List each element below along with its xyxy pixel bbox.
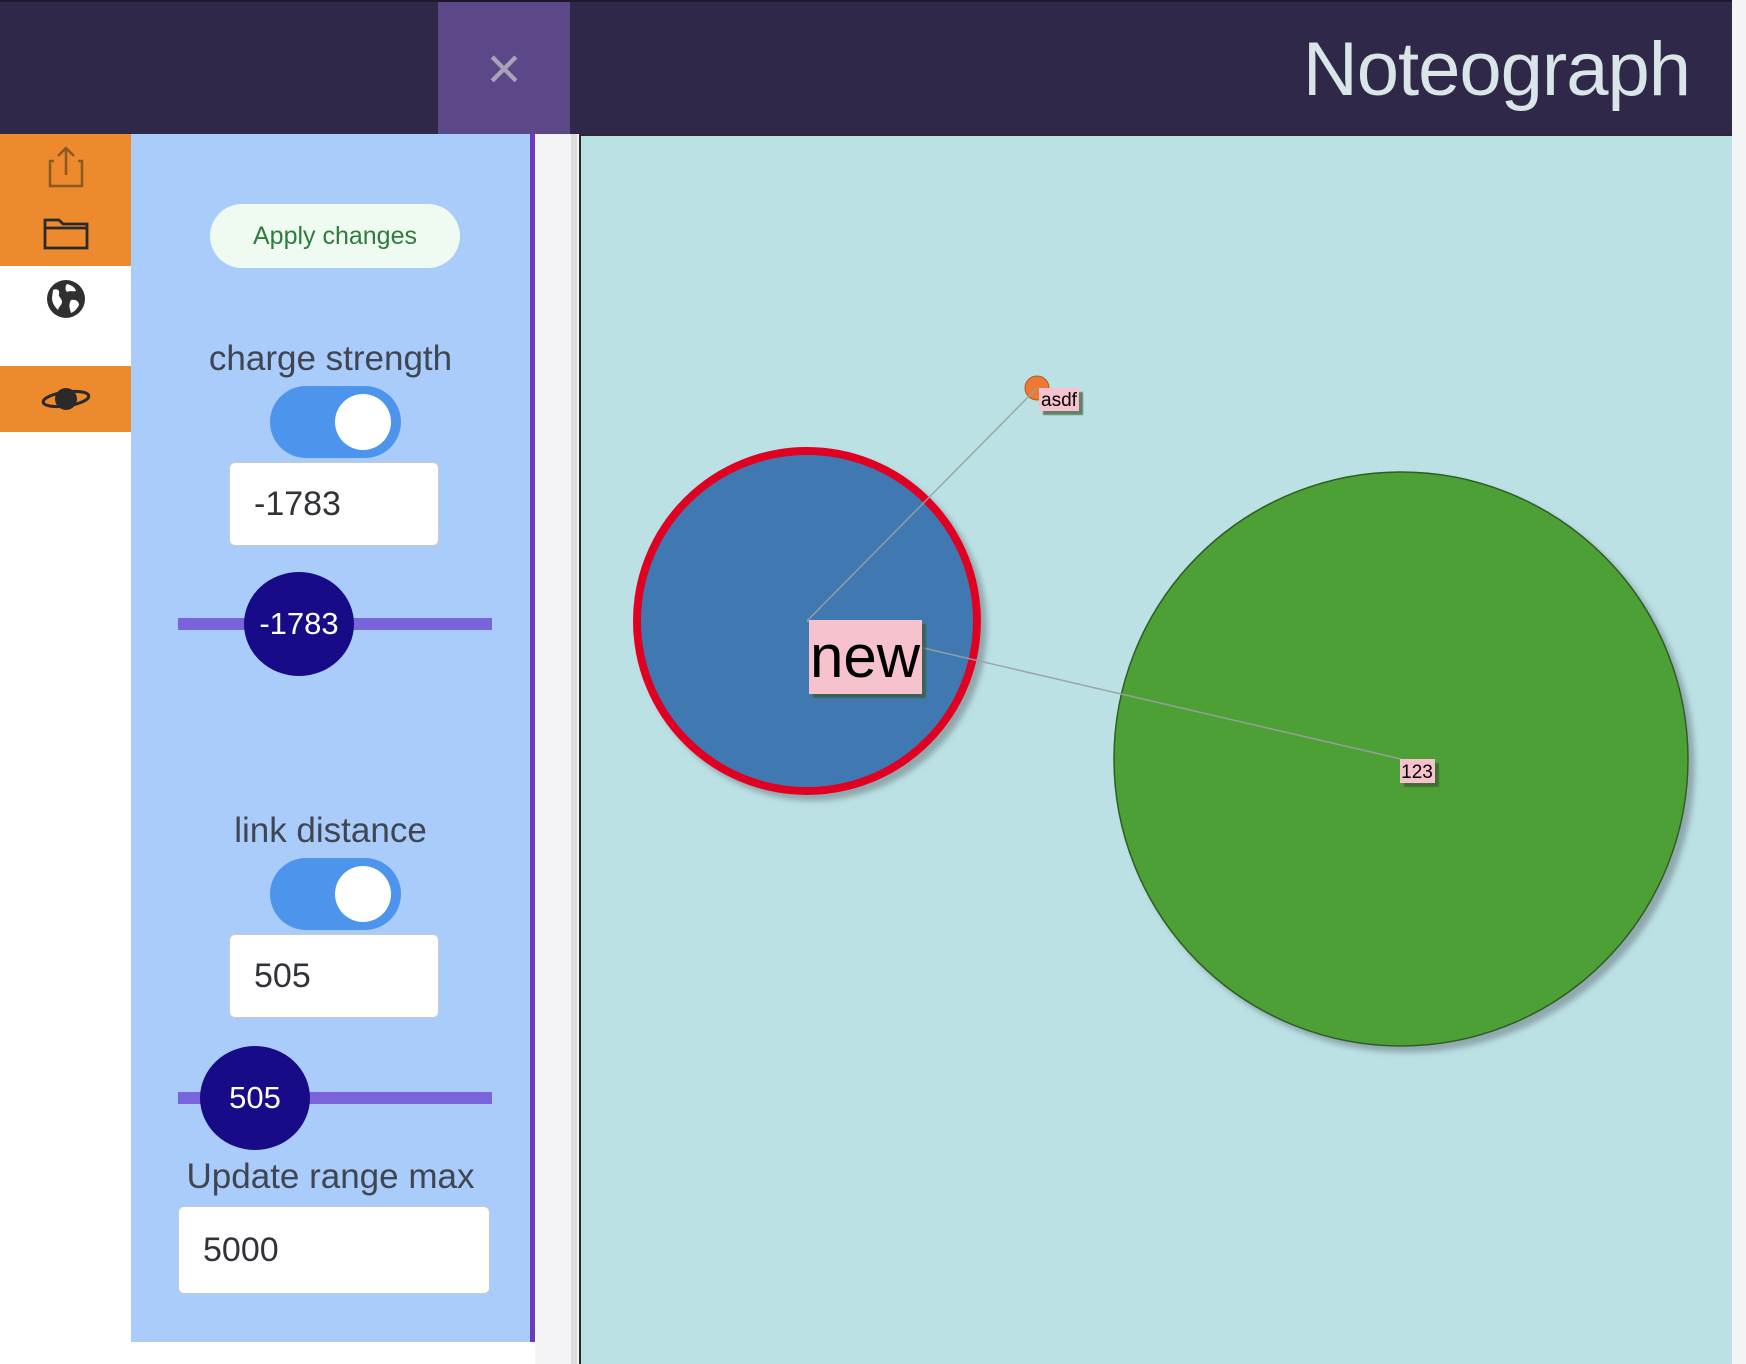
panel-scrollbar-gutter	[535, 134, 579, 1364]
graph-label-new[interactable]: new	[809, 620, 922, 694]
graph-label-asdf-text: asdf	[1041, 390, 1078, 411]
rail-item-planet[interactable]	[0, 366, 131, 432]
graph-label-123[interactable]: 123	[1400, 759, 1435, 783]
update-range-max-input[interactable]: 5000	[178, 1206, 490, 1294]
charge-strength-slider[interactable]: -1783	[178, 572, 492, 676]
graph-label-123-text: 123	[1401, 762, 1433, 783]
folder-icon	[43, 218, 88, 250]
icon-rail	[0, 134, 131, 1344]
graph-label-asdf[interactable]: asdf	[1039, 388, 1079, 411]
toggle-knob	[335, 866, 391, 922]
rail-item-folder[interactable]	[0, 200, 131, 266]
scrollbar[interactable]	[571, 134, 577, 1364]
rail-item-share[interactable]	[0, 134, 131, 200]
apply-changes-button[interactable]: Apply changes	[210, 204, 460, 268]
app-title: Noteograph	[1302, 27, 1691, 112]
graph-label-new-text: new	[810, 623, 921, 690]
charge-strength-toggle[interactable]	[270, 386, 401, 458]
link-distance-input[interactable]: 505	[229, 934, 439, 1018]
update-range-max-label: Update range max	[186, 1157, 475, 1196]
link-distance-label: link distance	[234, 811, 427, 850]
app-header: × Noteograph	[0, 0, 1732, 136]
link-distance-slider[interactable]: 505	[178, 1046, 492, 1150]
planet-icon	[41, 388, 90, 410]
charge-strength-label: charge strength	[208, 339, 453, 378]
globe-icon	[46, 280, 85, 318]
link-distance-toggle[interactable]	[270, 858, 401, 930]
slider-thumb[interactable]: -1783	[244, 572, 354, 676]
toggle-knob	[335, 394, 391, 450]
close-panel-button[interactable]: ×	[438, 2, 570, 136]
share-icon	[48, 146, 83, 188]
graph-canvas[interactable]: new asdf 123	[579, 134, 1732, 1364]
window-scrollbar[interactable]	[1732, 0, 1746, 1364]
slider-thumb[interactable]: 505	[200, 1046, 310, 1150]
charge-strength-input[interactable]: -1783	[229, 462, 439, 546]
rail-item-globe[interactable]	[0, 266, 131, 332]
graph-svg[interactable]: new asdf 123	[581, 136, 1732, 1364]
settings-panel: Apply changes charge strength -1783 -178…	[131, 134, 535, 1342]
